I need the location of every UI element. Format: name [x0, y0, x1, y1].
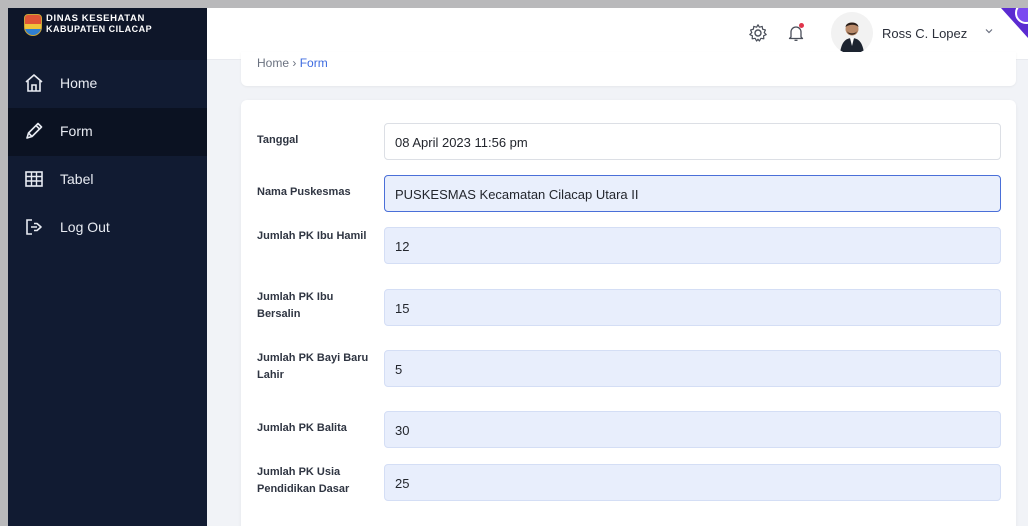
logout-icon [26, 219, 42, 235]
gear-icon[interactable] [748, 23, 768, 43]
logo [24, 14, 42, 36]
nama-puskesmas-input[interactable]: PUSKESMAS Kecamatan Cilacap Utara II [384, 175, 1001, 212]
brand-line-2: KABUPATEN CILACAP [46, 24, 153, 34]
usia-pendidikan-dasar-input[interactable]: 25 [384, 464, 1001, 501]
avatar[interactable] [831, 12, 873, 54]
sidebar-item-logout[interactable]: Log Out [8, 204, 207, 252]
sidebar-item-label: Form [60, 123, 93, 139]
table-icon [25, 171, 43, 187]
ibu-bersalin-input[interactable]: 15 [384, 289, 1001, 326]
breadcrumb-current: Form [299, 56, 328, 70]
breadcrumb-card: Home › Form [241, 52, 1016, 86]
app-window: DINAS KESEHATAN KABUPATEN CILACAP Home F… [8, 8, 1028, 526]
breadcrumb-home[interactable]: Home [257, 56, 289, 70]
avatar-image [831, 12, 873, 54]
sidebar-item-label: Tabel [60, 171, 94, 187]
home-icon [25, 74, 43, 92]
sidebar-item-label: Log Out [60, 219, 110, 235]
sidebar-item-form[interactable]: Form [8, 108, 207, 156]
tanggal-input[interactable]: 08 April 2023 11:56 pm [384, 123, 1001, 160]
breadcrumb-separator: › [292, 56, 297, 70]
pen-icon [26, 122, 43, 139]
field-label-usia-pendidikan-dasar: Jumlah PK Usia Pendidikan Dasar [257, 466, 350, 495]
balita-input[interactable]: 30 [384, 411, 1001, 448]
brand: DINAS KESEHATAN KABUPATEN CILACAP [8, 8, 207, 60]
user-name[interactable]: Ross C. Lopez [882, 26, 967, 41]
field-label-tanggal: Tanggal [257, 134, 299, 146]
notification-dot [799, 23, 804, 28]
breadcrumb: Home › Form [257, 56, 328, 70]
field-label-nama-puskesmas: Nama Puskesmas [257, 186, 351, 198]
field-label-ibu-hamil: Jumlah PK Ibu Hamil [257, 230, 367, 242]
form-card: Tanggal 08 April 2023 11:56 pm Nama Pusk… [241, 100, 1016, 526]
ibu-hamil-input[interactable]: 12 [384, 227, 1001, 264]
sidebar: DINAS KESEHATAN KABUPATEN CILACAP Home F… [8, 8, 207, 526]
sidebar-item-tabel[interactable]: Tabel [8, 156, 207, 204]
brand-line-1: DINAS KESEHATAN [46, 13, 145, 24]
bayi-baru-lahir-input[interactable]: 5 [384, 350, 1001, 387]
chevron-down-icon[interactable] [983, 25, 995, 37]
field-label-balita: Jumlah PK Balita [257, 422, 347, 434]
field-label-bayi-baru-lahir: Jumlah PK Bayi Baru Lahir [257, 352, 369, 381]
sidebar-item-home[interactable]: Home [8, 60, 207, 108]
field-label-ibu-bersalin: Jumlah PK Ibu Bersalin [257, 291, 334, 320]
sidebar-item-label: Home [60, 75, 98, 91]
